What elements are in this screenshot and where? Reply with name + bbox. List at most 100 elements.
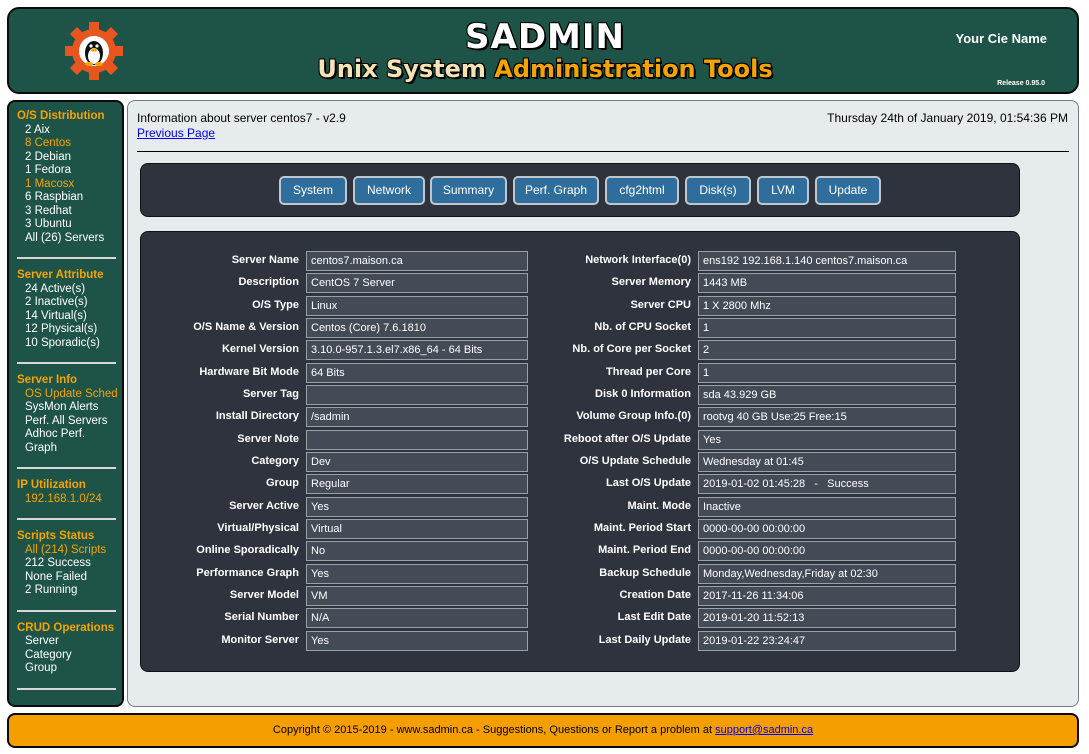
field-maint-mode: Inactive [698,497,956,517]
field-disk-information: sda 43.929 GB [698,385,956,405]
field-hardware-bit-mode: 64 Bits [306,363,528,383]
label-server-name: Server Name [231,254,299,266]
sidebar-item-all-scripts[interactable]: All (214) Scripts [17,544,122,558]
perf-graph-button[interactable]: Perf. Graph [513,176,599,205]
field-performance-graph: Yes [306,564,528,584]
support-email-link[interactable]: support@sadmin.ca [715,724,813,736]
sidebar-item-inactive[interactable]: 2 Inactive(s) [17,296,122,310]
release-version: Release 0.95.0 [997,80,1045,87]
system-button[interactable]: System [279,176,347,205]
main-panel: Information about server centos7 - v2.9 … [127,100,1079,707]
label-maint-period-end: Maint. Period End [598,544,691,556]
field-cpu-socket: 1 [698,318,956,338]
lvm-button[interactable]: LVM [757,176,809,205]
footer-copyright: Copyright © 2015-2019 - www.sadmin.ca - … [272,724,716,736]
sidebar-item-perf-all-servers[interactable]: Perf. All Servers [17,415,122,429]
sidebar-item-active[interactable]: 24 Active(s) [17,283,122,297]
sidebar-title-crud: CRUD Operations [17,621,115,634]
field-description: CentOS 7 Server [306,273,528,293]
label-maint-mode: Maint. Mode [627,500,691,512]
field-creation-date: 2017-11-26 11:34:06 [698,586,956,606]
app-subtitle: Unix System Administration Tools [9,55,1081,83]
field-core-per-socket: 2 [698,340,956,360]
field-thread-per-core: 1 [698,363,956,383]
field-maint-period-end: 0000-00-00 00:00:00 [698,541,956,561]
sidebar-item-sysmon-alerts[interactable]: SysMon Alerts [17,401,122,415]
label-backup-schedule: Backup Schedule [599,567,691,579]
update-button[interactable]: Update [815,176,881,205]
sidebar-item-os-update-sched[interactable]: OS Update Sched [17,388,122,402]
sidebar-divider [17,609,116,612]
divider [137,151,1069,152]
sidebar-item-ubuntu[interactable]: 3 Ubuntu [17,218,122,232]
sidebar-divider [17,362,116,364]
sidebar-divider [17,257,116,259]
label-last-daily-update: Last Daily Update [598,634,691,646]
label-thread-per-core: Thread per Core [606,366,691,378]
field-last-os-update: 2019-01-02 01:45:28 - Success [698,474,956,494]
subtitle-part1: Unix System [317,55,495,83]
sidebar-item-redhat[interactable]: 3 Redhat [17,205,122,219]
sidebar-item-sporadic[interactable]: 10 Sporadic(s) [17,337,122,351]
field-group: Regular [306,474,528,494]
sidebar-item-virtual[interactable]: 14 Virtual(s) [17,310,122,324]
sidebar-divider [17,687,116,690]
sidebar-item-macosx[interactable]: 1 Macosx [17,178,122,192]
label-category: Category [251,455,299,467]
sidebar-item-scripts-running[interactable]: 2 Running [17,584,122,598]
field-server-model: VM [306,586,528,606]
sidebar-title-scripts-status: Scripts Status [17,530,95,542]
label-performance-graph: Performance Graph [196,567,299,579]
sidebar-divider [17,467,116,469]
label-network-interface: Network Interface(0) [585,254,691,266]
sidebar-item-debian[interactable]: 2 Debian [17,151,122,165]
summary-button[interactable]: Summary [430,176,507,205]
sidebar-item-aix[interactable]: 2 Aix [17,124,122,138]
sidebar-item-adhoc-graph[interactable]: Graph [17,442,122,456]
label-last-os-update: Last O/S Update [606,477,691,489]
sidebar-item-crud-category[interactable]: Category [17,649,122,663]
label-disk-information: Disk 0 Information [595,388,691,400]
label-server-note: Server Note [237,433,299,445]
sidebar-item-crud-server[interactable]: Server [17,635,122,649]
label-creation-date: Creation Date [619,589,691,601]
field-server-name: centos7.maison.ca [306,251,528,271]
label-description: Description [238,276,299,288]
field-server-cpu: 1 X 2800 Mhz [698,296,956,316]
label-server-tag: Server Tag [242,388,299,400]
field-network-interface: ens192 192.168.1.140 centos7.maison.ca [698,251,956,271]
sidebar-item-crud-group[interactable]: Group [17,662,122,676]
label-server-active: Server Active [229,500,299,512]
disks-button[interactable]: Disk(s) [685,176,751,205]
label-os-type: O/S Type [252,299,299,311]
sidebar-item-raspbian[interactable]: 6 Raspbian [17,191,122,205]
field-server-memory: 1443 MB [698,273,956,293]
sidebar-item-centos[interactable]: 8 Centos [17,137,122,151]
network-button[interactable]: Network [353,176,425,205]
label-group: Group [266,477,299,489]
current-date: Thursday 24th of January 2019, 01:54:36 … [827,111,1068,125]
sidebar-item-physical[interactable]: 12 Physical(s) [17,323,122,337]
app-title: SADMIN [465,17,625,57]
sidebar-item-all-servers[interactable]: All (26) Servers [17,232,122,246]
sidebar-item-fedora[interactable]: 1 Fedora [17,164,122,178]
label-os-update-schedule: O/S Update Schedule [579,455,691,467]
sidebar-item-subnet[interactable]: 192.168.1.0/24 [17,493,122,507]
label-server-cpu: Server CPU [630,299,691,311]
sidebar-title-ip-utilization: IP Utilization [17,479,86,491]
field-virtual-physical: Virtual [306,519,528,539]
header-banner: SADMIN Unix System Administration Tools … [7,7,1079,94]
label-install-directory: Install Directory [215,410,299,422]
sidebar-title-attribute: Server Attribute [17,269,104,281]
sidebar-item-adhoc-perf[interactable]: Adhoc Perf. [17,428,122,442]
label-os-name-version: O/S Name & Version [193,321,299,333]
label-core-per-socket: Nb. of Core per Socket [572,343,691,355]
field-serial-number: N/A [306,608,528,628]
previous-page-link[interactable]: Previous Page [137,126,215,140]
field-last-daily-update: 2019-01-22 23:24:47 [698,631,956,651]
cfg2html-button[interactable]: cfg2html [605,176,679,205]
sidebar-divider [17,518,116,520]
sidebar-item-scripts-failed[interactable]: None Failed [17,571,122,585]
label-hardware-bit-mode: Hardware Bit Mode [199,366,299,378]
sidebar-item-scripts-success[interactable]: 212 Success [17,557,122,571]
